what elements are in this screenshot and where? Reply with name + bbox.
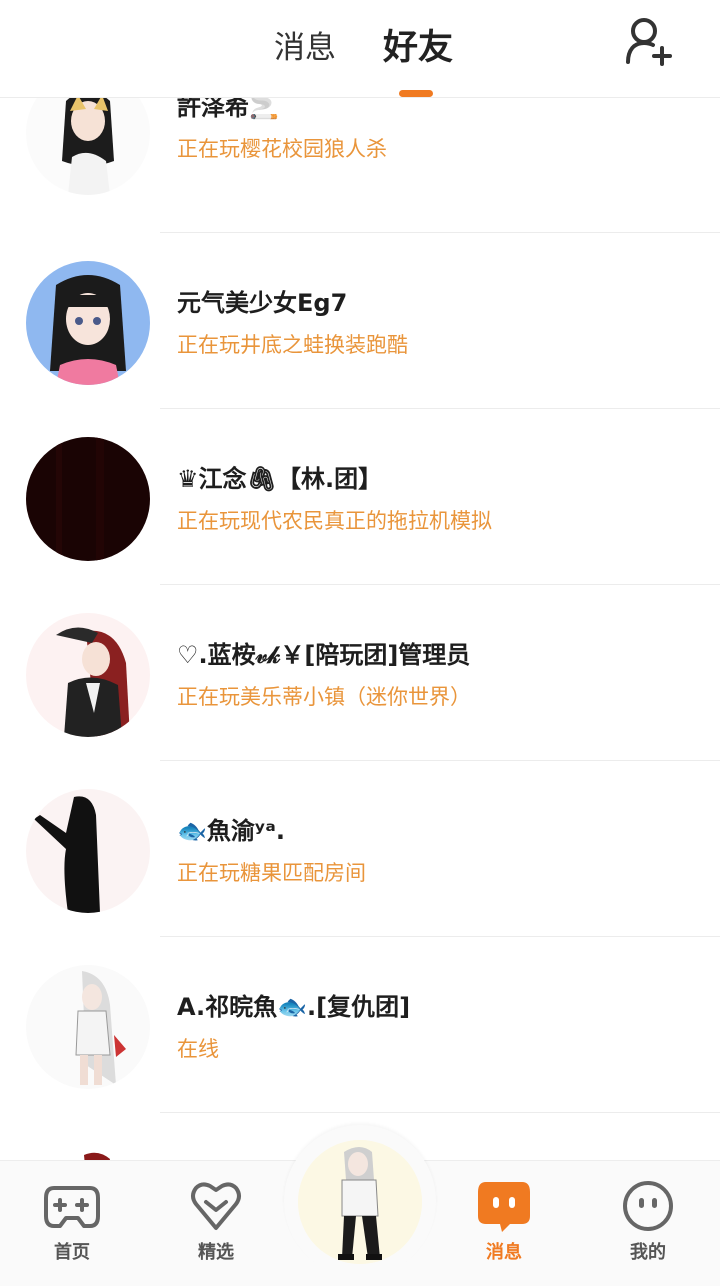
nav-messages-label: 消息	[486, 1242, 522, 1263]
friend-name: 🐟魚渝ʸᵃ.	[177, 817, 285, 845]
avatar[interactable]	[26, 437, 150, 561]
friend-row[interactable]: 許泽希🚬 正在玩樱花校园狼人杀	[0, 97, 720, 233]
nav-messages[interactable]: 消息	[454, 1180, 554, 1280]
friends-list[interactable]: 許泽希🚬 正在玩樱花校园狼人杀 元气美少女Eg7 正在玩井底之蛙换装跑酷 ♛江念…	[0, 97, 720, 1160]
friend-row[interactable]: A.祁晥魚🐟.[复仇团] 在线	[0, 937, 720, 1113]
heart-badge-icon	[191, 1182, 241, 1230]
friend-row[interactable]: 元气美少女Eg7 正在玩井底之蛙换装跑酷	[0, 233, 720, 409]
nav-mine[interactable]: 我的	[598, 1180, 698, 1280]
avatar[interactable]	[26, 1141, 150, 1160]
friend-status: 正在玩糖果匹配房间	[177, 861, 366, 885]
chat-bubble-icon	[478, 1182, 530, 1232]
active-tab-indicator	[399, 90, 433, 97]
friend-row[interactable]: ♛江念🖇【林.团】 正在玩现代农民真正的拖拉机模拟	[0, 409, 720, 585]
center-avatar-button[interactable]	[298, 1140, 422, 1264]
avatar[interactable]	[26, 789, 150, 913]
nav-featured-label: 精选	[198, 1242, 234, 1263]
top-header: 消息 好友	[0, 0, 720, 98]
friend-status: 在线	[177, 1037, 219, 1061]
face-icon	[623, 1181, 673, 1231]
friend-status: 正在玩樱花校园狼人杀	[177, 137, 387, 161]
avatar[interactable]	[26, 261, 150, 385]
friend-status: 正在玩现代农民真正的拖拉机模拟	[177, 509, 492, 533]
friend-row[interactable]: ♡.蓝桉𝓋𝓀￥[陪玩团]管理员 正在玩美乐蒂小镇（迷你世界）	[0, 585, 720, 761]
friend-status: 正在玩井底之蛙换装跑酷	[177, 333, 408, 357]
friend-name: 元气美少女Eg7	[177, 289, 348, 317]
friend-row[interactable]: 🐟魚渝ʸᵃ. 正在玩糖果匹配房间	[0, 761, 720, 937]
friend-name: ♡.蓝桉𝓋𝓀￥[陪玩团]管理员	[177, 641, 471, 669]
avatar[interactable]	[26, 965, 150, 1089]
nav-home[interactable]: 首页	[22, 1180, 122, 1280]
avatar[interactable]	[26, 97, 150, 195]
nav-featured[interactable]: 精选	[166, 1180, 266, 1280]
gamepad-icon	[44, 1186, 100, 1228]
add-user-icon[interactable]	[622, 16, 674, 68]
friend-status: 正在玩美乐蒂小镇（迷你世界）	[177, 685, 471, 709]
tab-messages[interactable]: 消息	[274, 22, 336, 67]
nav-home-label: 首页	[54, 1242, 90, 1263]
avatar[interactable]	[26, 613, 150, 737]
friend-name: ♛江念🖇【林.团】	[177, 465, 383, 493]
friend-name: A.祁晥魚🐟.[复仇团]	[177, 993, 411, 1021]
nav-mine-label: 我的	[630, 1242, 666, 1263]
tab-friends[interactable]: 好友	[383, 19, 453, 70]
friend-name: 許泽希🚬	[177, 97, 279, 121]
